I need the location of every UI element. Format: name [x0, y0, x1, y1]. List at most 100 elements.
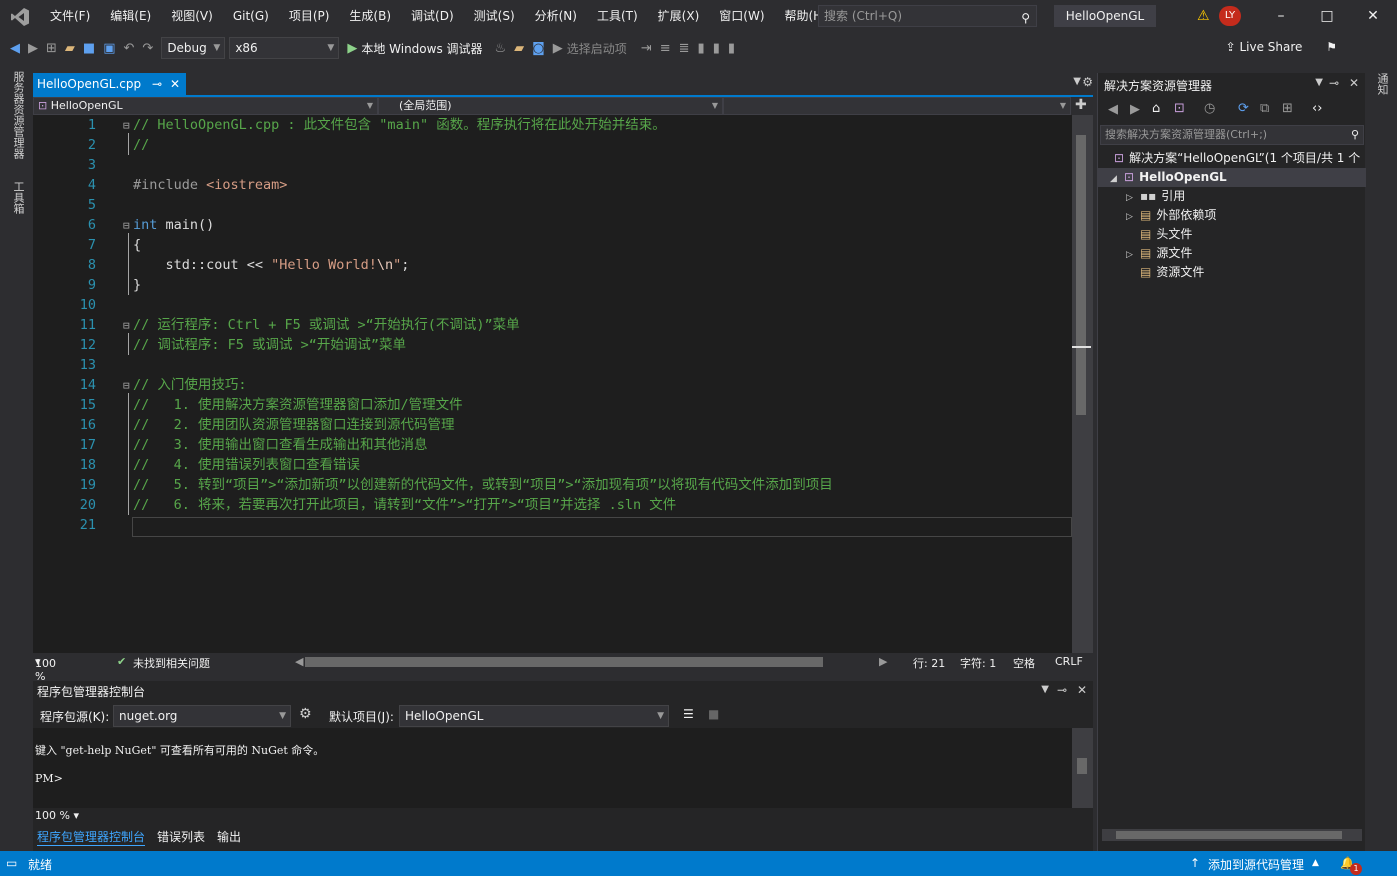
folder-icon[interactable]: ▰	[510, 41, 528, 56]
tree-item-header-files[interactable]: ▤ 头文件	[1098, 225, 1366, 244]
show-all-files-icon[interactable]: ⊞	[1282, 101, 1293, 116]
tree-item-source-files[interactable]: ▷ ▤ 源文件	[1098, 244, 1366, 263]
warning-icon[interactable]: ⚠	[1197, 8, 1210, 24]
step-icon[interactable]: ⇥	[637, 41, 656, 56]
solution-horizontal-scrollbar[interactable]	[1102, 829, 1362, 841]
settings-icon[interactable]: ⚙	[299, 706, 312, 722]
collapse-icon[interactable]: ⊟	[123, 379, 130, 392]
new-project-icon[interactable]: ⊞	[42, 41, 61, 56]
settings-icon[interactable]: ⚙	[1082, 75, 1093, 89]
scroll-right-icon[interactable]: ▶	[879, 655, 887, 668]
stop-icon[interactable]: ■	[708, 707, 719, 721]
add-to-source-control-button[interactable]: 添加到源代码管理	[1208, 856, 1304, 873]
save-icon[interactable]: ■	[79, 41, 99, 56]
startup-item-button[interactable]: 选择启动项	[567, 40, 627, 57]
console-output[interactable]: 键入 "get-help NuGet" 可查看所有可用的 NuGet 命令。 P…	[33, 728, 1072, 808]
menu-extensions[interactable]: 扩展(X)	[648, 0, 710, 33]
menu-view[interactable]: 视图(V)	[161, 0, 223, 33]
code-text[interactable]: // HelloOpenGL.cpp : 此文件包含 "main" 函数。程序执…	[133, 115, 833, 535]
uncomment-icon[interactable]: ≣	[675, 41, 694, 56]
close-window-button[interactable]: ✕	[1350, 4, 1396, 28]
config-select[interactable]: Debug ▼	[161, 37, 226, 59]
tab-package-manager-console[interactable]: 程序包管理器控制台	[37, 828, 146, 846]
chevron-up-icon[interactable]: ▲	[1312, 858, 1319, 868]
tree-item-external-deps[interactable]: ▷ ▤ 外部依赖项	[1098, 206, 1366, 225]
menu-git[interactable]: Git(G)	[223, 0, 279, 33]
menu-edit[interactable]: 编辑(E)	[100, 0, 161, 33]
close-icon[interactable]: ✕	[1077, 683, 1087, 697]
member-nav-select[interactable]: ▼	[723, 97, 1071, 115]
project-nav-select[interactable]: ⊡ HelloOpenGL ▼	[33, 97, 378, 115]
issues-status[interactable]: 未找到相关问题	[133, 655, 210, 671]
forward-icon[interactable]: ▶	[24, 41, 42, 56]
tree-solution-root[interactable]: ⊡ 解决方案“HelloOpenGL”(1 个项目/共 1 个	[1098, 149, 1366, 168]
panel-menu-icon[interactable]: ▼	[1041, 684, 1049, 695]
bookmark-icon[interactable]: ▮	[694, 41, 709, 56]
maximize-button[interactable]: □	[1304, 4, 1350, 28]
live-share-button[interactable]: ⇪ Live Share ⚑	[1226, 40, 1337, 54]
split-editor-icon[interactable]: ✚	[1075, 97, 1087, 115]
line-ending[interactable]: CRLF	[1055, 655, 1083, 668]
back-icon[interactable]: ◀	[6, 41, 24, 56]
pin-icon[interactable]: ⊸	[152, 73, 162, 95]
flame-icon[interactable]: ♨	[491, 41, 511, 56]
tab-hello-opengl-cpp[interactable]: HelloOpenGL.cpp ⊸ ✕	[33, 73, 186, 95]
tree-project[interactable]: ◢ ⊡ HelloOpenGL	[1098, 168, 1366, 187]
collapse-all-icon[interactable]: ⧉	[1260, 101, 1269, 116]
forward-icon[interactable]: ▶	[1130, 102, 1140, 117]
history-icon[interactable]: ◷	[1204, 101, 1215, 116]
clear-console-icon[interactable]: ☰	[683, 707, 694, 721]
zoom-select[interactable]: 100 % ▾	[35, 655, 56, 683]
scroll-thumb[interactable]	[1076, 135, 1086, 415]
panel-menu-icon[interactable]: ▼	[1315, 77, 1323, 88]
tab-error-list[interactable]: 错误列表	[157, 828, 205, 845]
switch-views-icon[interactable]: ⊡	[1174, 101, 1185, 116]
pin-icon[interactable]: ⊸	[1329, 76, 1339, 90]
next-bookmark-icon[interactable]: ▮	[724, 41, 739, 56]
home-icon[interactable]: ⌂	[1152, 101, 1160, 116]
pkg-source-select[interactable]: nuget.org ▼	[113, 705, 291, 727]
close-icon[interactable]: ✕	[170, 73, 180, 95]
search-input[interactable]: 搜索 (Ctrl+Q) ⚲	[818, 5, 1037, 27]
line-position[interactable]: 行: 21	[913, 655, 945, 671]
minimize-button[interactable]: –	[1258, 4, 1304, 28]
char-position[interactable]: 字符: 1	[960, 655, 996, 671]
notifications-tab[interactable]: 通知	[1374, 73, 1390, 95]
collapse-icon[interactable]: ⊟	[123, 319, 130, 332]
solution-search-input[interactable]: 搜索解决方案资源管理器(Ctrl+;) ⚲	[1100, 125, 1364, 145]
collapse-icon[interactable]: ⊟	[123, 119, 130, 132]
platform-select[interactable]: x86 ▼	[229, 37, 340, 59]
tree-item-references[interactable]: ▷ ▪▪ 引用	[1098, 187, 1366, 206]
default-project-select[interactable]: HelloOpenGL ▼	[399, 705, 669, 727]
sync-icon[interactable]: ⟳	[1238, 101, 1249, 116]
tree-item-resource-files[interactable]: ▤ 资源文件	[1098, 263, 1366, 282]
scroll-left-icon[interactable]: ◀	[295, 655, 303, 668]
save-all-icon[interactable]: ▣	[99, 41, 119, 56]
tab-list-icon[interactable]: ▼	[1073, 76, 1081, 87]
toolbox-tab[interactable]: 工具箱	[10, 181, 26, 214]
run-debugger-button[interactable]: 本地 Windows 调试器	[361, 40, 482, 57]
indent-mode[interactable]: 空格	[1013, 655, 1035, 671]
pin-icon[interactable]: ⊸	[1057, 683, 1067, 697]
open-file-icon[interactable]: ▰	[61, 41, 79, 56]
comment-icon[interactable]: ≡	[656, 41, 675, 56]
close-icon[interactable]: ✕	[1349, 76, 1359, 90]
scroll-thumb[interactable]	[1077, 758, 1087, 774]
undo-icon[interactable]: ↶	[120, 41, 139, 56]
menu-file[interactable]: 文件(F)	[40, 0, 100, 33]
scroll-thumb[interactable]	[1116, 831, 1342, 839]
redo-icon[interactable]: ↷	[138, 41, 157, 56]
menu-debug[interactable]: 调试(D)	[401, 0, 464, 33]
code-editor[interactable]: 1 2 3 4 5 6 7 8 9 10 11 12 13 14 15 16 1…	[33, 115, 1072, 653]
menu-project[interactable]: 项目(P)	[279, 0, 340, 33]
menu-window[interactable]: 窗口(W)	[709, 0, 774, 33]
prev-bookmark-icon[interactable]: ▮	[709, 41, 724, 56]
menu-build[interactable]: 生成(B)	[339, 0, 401, 33]
start-icon[interactable]: ▶	[549, 41, 567, 56]
scope-nav-select[interactable]: (全局范围) ▼	[378, 97, 723, 115]
server-explorer-tab[interactable]: 服务器资源管理器	[10, 71, 26, 159]
browser-link-icon[interactable]: ◙	[528, 41, 549, 56]
avatar[interactable]: LY	[1219, 6, 1241, 26]
collapse-icon[interactable]: ⊟	[123, 219, 130, 232]
console-scrollbar[interactable]	[1072, 728, 1093, 808]
